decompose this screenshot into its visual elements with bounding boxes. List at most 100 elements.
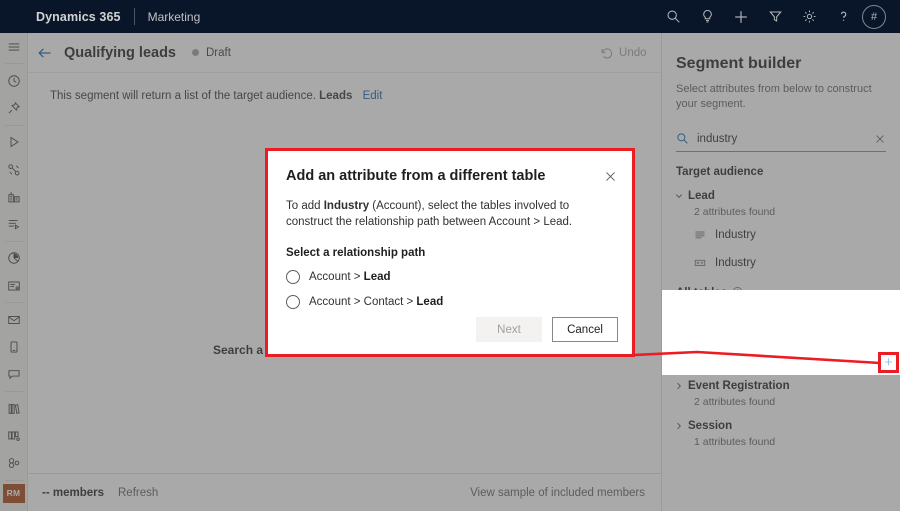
chevron-right-icon: [674, 421, 688, 431]
rail-divider-5: [5, 391, 23, 392]
left-icon-rail: RM: [0, 33, 28, 511]
attribute-lead-industry-optionset[interactable]: Industry: [662, 223, 900, 246]
lightbulb-icon[interactable]: [690, 0, 724, 33]
undo-icon: [600, 46, 614, 60]
dialog-body: To add Industry (Account), select the ta…: [286, 198, 610, 230]
clear-search-icon[interactable]: [874, 133, 886, 145]
relationship-path-label-2: Account > Contact > Lead: [309, 296, 443, 308]
optionset-icon: [694, 229, 706, 241]
tree-node-lead[interactable]: Lead: [662, 187, 900, 204]
help-icon[interactable]: [826, 0, 860, 33]
close-icon[interactable]: [599, 165, 621, 187]
tree-node-event-registration[interactable]: Event Registration: [662, 377, 900, 394]
hamburger-icon[interactable]: [0, 33, 28, 60]
search-icon: [676, 132, 689, 145]
option-1-bold: Lead: [364, 271, 391, 283]
chevron-down-icon: [674, 191, 688, 201]
plus-icon[interactable]: [724, 0, 758, 33]
option-1-prefix: Account >: [309, 271, 364, 283]
tree-node-session-label: Session: [688, 420, 732, 432]
cancel-button[interactable]: Cancel: [552, 317, 618, 342]
mail-icon[interactable]: [0, 306, 28, 333]
add-attribute-dialog: Add an attribute from a different table …: [265, 148, 635, 357]
panel-subtitle: Select attributes from below to construc…: [676, 82, 886, 112]
tree-node-event-registration-count: 2 attributes found: [694, 396, 900, 408]
brand-divider: [134, 8, 135, 25]
rail-user-avatar[interactable]: RM: [3, 484, 25, 503]
text-icon: [694, 257, 706, 269]
radio-icon[interactable]: [286, 295, 300, 309]
attribute-label: Industry: [715, 257, 756, 269]
journey-icon[interactable]: [0, 156, 28, 183]
gear-icon[interactable]: [792, 0, 826, 33]
canvas-search-label: Search a: [213, 343, 263, 357]
page-title: Qualifying leads: [64, 45, 176, 61]
refresh-button[interactable]: Refresh: [118, 487, 158, 499]
segment-builder-panel: Segment builder Select attributes from b…: [661, 33, 900, 511]
tree-group-event-registration: Event Registration 2 attributes found: [662, 377, 900, 408]
add-attribute-plus-button[interactable]: +: [878, 352, 899, 373]
tree-group-lead: Lead 2 attributes found Industry: [662, 187, 900, 274]
relationship-path-option-2[interactable]: Account > Contact > Lead: [286, 295, 632, 309]
pin-icon[interactable]: [0, 94, 28, 121]
radio-icon[interactable]: [286, 270, 300, 284]
relationship-path-option-1[interactable]: Account > Lead: [286, 270, 632, 284]
search-icon[interactable]: [656, 0, 690, 33]
form-icon[interactable]: [0, 272, 28, 299]
dialog-subheading: Select a relationship path: [286, 247, 632, 259]
rail-avatar-initials: RM: [7, 488, 21, 498]
search-input[interactable]: industry: [697, 133, 866, 145]
topbar-icon-group: #: [656, 0, 900, 33]
attribute-lead-industry-text[interactable]: Industry: [662, 251, 900, 274]
app-root: Dynamics 365 Marketing: [0, 0, 900, 511]
lead-flow-icon[interactable]: [0, 211, 28, 238]
rail-divider-2: [5, 125, 23, 126]
rail-divider-1: [5, 63, 23, 64]
target-audience-heading: Target audience: [676, 166, 900, 178]
tree-node-session[interactable]: Session: [662, 417, 900, 434]
edit-audience-link[interactable]: Edit: [363, 90, 383, 102]
play-icon[interactable]: [0, 129, 28, 156]
bottom-status-bar: -- members Refresh View sample of includ…: [28, 473, 661, 511]
mobile-icon[interactable]: [0, 333, 28, 360]
rail-divider-6: [5, 480, 23, 481]
rail-divider-3: [5, 241, 23, 242]
segment-hint-text: This segment will return a list of the t…: [50, 90, 316, 102]
panel-title: Segment builder: [676, 55, 900, 73]
attribute-label: Industry: [715, 229, 756, 241]
attribute-search-box[interactable]: industry: [676, 126, 886, 152]
next-button[interactable]: Next: [476, 317, 542, 342]
user-avatar[interactable]: #: [862, 5, 886, 29]
highlighted-tree-region: All tables Account 1: [662, 290, 900, 375]
target-audience-label: Target audience: [676, 166, 763, 178]
back-arrow-icon[interactable]: [28, 45, 62, 61]
tree-node-event-registration-label: Event Registration: [688, 380, 790, 392]
organization-icon[interactable]: [0, 183, 28, 210]
app-name-label: Marketing: [148, 10, 201, 24]
status-dot-icon: [192, 49, 199, 56]
tree-group-session: Session 1 attributes found: [662, 417, 900, 448]
tree-node-lead-count: 2 attributes found: [694, 206, 900, 218]
avatar-glyph: #: [871, 11, 877, 23]
top-navigation-bar: Dynamics 365 Marketing: [0, 0, 900, 33]
undo-label: Undo: [619, 47, 647, 59]
relationship-path-label-1: Account > Lead: [309, 271, 391, 283]
pie-chart-icon[interactable]: [0, 245, 28, 272]
tree-node-lead-label: Lead: [688, 190, 715, 202]
recent-icon[interactable]: [0, 67, 28, 94]
chat-icon[interactable]: [0, 361, 28, 388]
rail-divider-4: [5, 302, 23, 303]
library-icon[interactable]: [0, 395, 28, 422]
dialog-body-prefix: To add: [286, 200, 324, 212]
member-count-label: -- members: [42, 487, 104, 499]
templates-icon[interactable]: [0, 422, 28, 449]
dialog-actions: Next Cancel: [476, 317, 618, 342]
segment-hint: This segment will return a list of the t…: [50, 90, 382, 102]
view-sample-link[interactable]: View sample of included members: [470, 487, 645, 499]
dialog-body-attribute: Industry: [324, 200, 369, 212]
dialog-title: Add an attribute from a different table: [286, 168, 632, 184]
filter-icon[interactable]: [758, 0, 792, 33]
connections-icon[interactable]: [0, 450, 28, 477]
undo-button[interactable]: Undo: [591, 38, 656, 68]
tree-node-session-count: 1 attributes found: [694, 436, 900, 448]
